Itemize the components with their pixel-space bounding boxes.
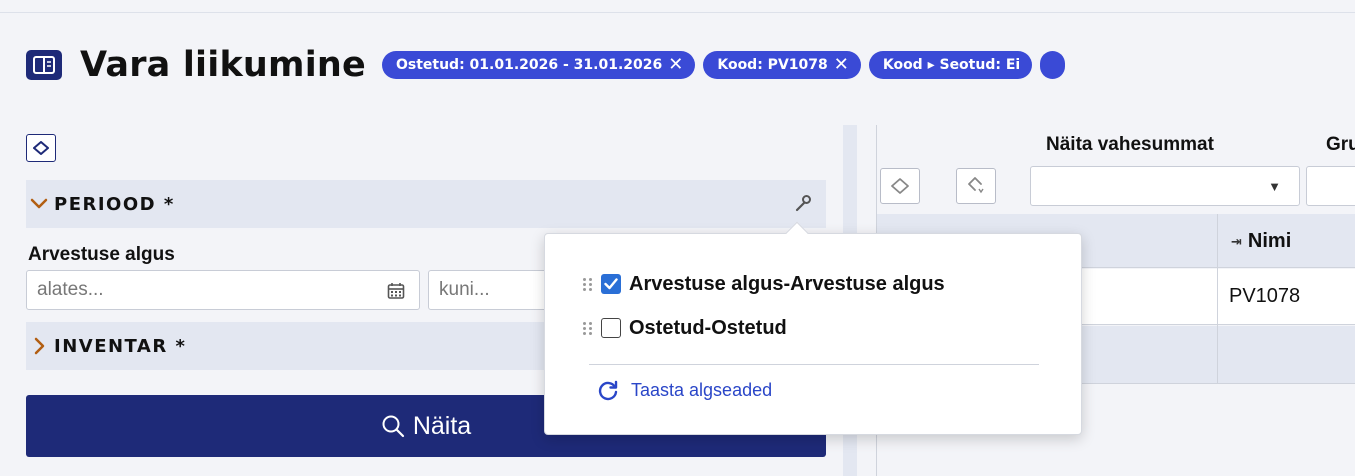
- reset-icon: [598, 380, 618, 401]
- chevron-right-icon: [34, 337, 45, 355]
- section-label: INVENTAR *: [54, 335, 187, 357]
- top-border: [0, 12, 1355, 13]
- date-from-placeholder: alates...: [37, 279, 104, 300]
- drag-handle-icon[interactable]: [583, 319, 593, 337]
- date-to-placeholder: kuni...: [439, 279, 490, 300]
- section-label: PERIOOD *: [54, 193, 175, 215]
- date-from-input[interactable]: alates...: [26, 270, 420, 310]
- subtotals-label: Näita vahesummat: [1046, 134, 1214, 155]
- filter-chip-label: Kood: PV1078: [717, 57, 828, 73]
- group-select[interactable]: [1306, 166, 1355, 206]
- drag-handle-icon[interactable]: [583, 275, 593, 293]
- caret-down-icon: ▼: [1268, 179, 1281, 194]
- section-periood[interactable]: PERIOOD *: [26, 180, 826, 228]
- column-header-nimi[interactable]: ⇥ Nimi: [1231, 230, 1291, 253]
- close-icon[interactable]: ✕: [668, 56, 683, 74]
- filter-chip-ostetud[interactable]: Ostetud: 01.01.2026 - 31.01.2026 ✕: [381, 51, 696, 79]
- show-button-label: Näita: [412, 411, 472, 440]
- filter-chip-label: Ostetud: 01.01.2026 - 31.01.2026: [395, 57, 663, 73]
- checkbox-unchecked-icon[interactable]: [601, 318, 621, 338]
- expand-all-button[interactable]: [956, 168, 996, 204]
- close-icon[interactable]: ✕: [834, 56, 849, 74]
- column-header-label: Nimi: [1247, 230, 1292, 252]
- column-separator[interactable]: [1217, 214, 1218, 384]
- page-header: Vara liikumine Ostetud: 01.01.2026 - 31.…: [26, 40, 1073, 90]
- filter-chip-more[interactable]: [1040, 51, 1066, 79]
- page-title: Vara liikumine: [80, 45, 366, 85]
- collapse-icon: [33, 141, 49, 155]
- reset-label: Taasta algseaded: [631, 379, 773, 400]
- pin-icon[interactable]: ⇥: [1231, 234, 1242, 250]
- search-icon: [382, 415, 404, 438]
- popup-item-label: Ostetud-Ostetud: [629, 316, 787, 339]
- collapse-icon: [891, 178, 909, 194]
- popup-item-ostetud[interactable]: Ostetud-Ostetud: [583, 315, 787, 341]
- chevron-down-icon: [30, 198, 48, 209]
- divider: [589, 364, 1039, 365]
- wrench-icon[interactable]: [794, 194, 812, 217]
- collapse-filters-button[interactable]: [26, 134, 56, 162]
- subtotals-select[interactable]: ▼: [1030, 166, 1300, 206]
- expand-icon: [968, 177, 984, 194]
- reset-defaults-link[interactable]: Taasta algseaded: [597, 379, 772, 401]
- filter-chip-label: Kood ▸ Seotud: Ei: [882, 57, 1021, 73]
- filter-chip-kood[interactable]: Kood: PV1078 ✕: [703, 51, 861, 79]
- book-icon[interactable]: [26, 50, 62, 80]
- group-label: Gru: [1326, 134, 1355, 155]
- calendar-icon[interactable]: [387, 282, 405, 300]
- column-settings-popup: Arvestuse algus-Arvestuse algus Ostetud-…: [544, 221, 1082, 435]
- popup-item-label: Arvestuse algus-Arvestuse algus: [629, 272, 945, 295]
- table-cell-name: PV1078: [1229, 285, 1301, 307]
- field-label-arvestuse-algus: Arvestuse algus: [28, 244, 175, 265]
- collapse-all-button[interactable]: [880, 168, 920, 204]
- filter-chip-seotud[interactable]: Kood ▸ Seotud: Ei: [868, 51, 1033, 79]
- popup-item-arvestuse-algus[interactable]: Arvestuse algus-Arvestuse algus: [583, 271, 945, 297]
- checkbox-checked-icon[interactable]: [601, 274, 621, 294]
